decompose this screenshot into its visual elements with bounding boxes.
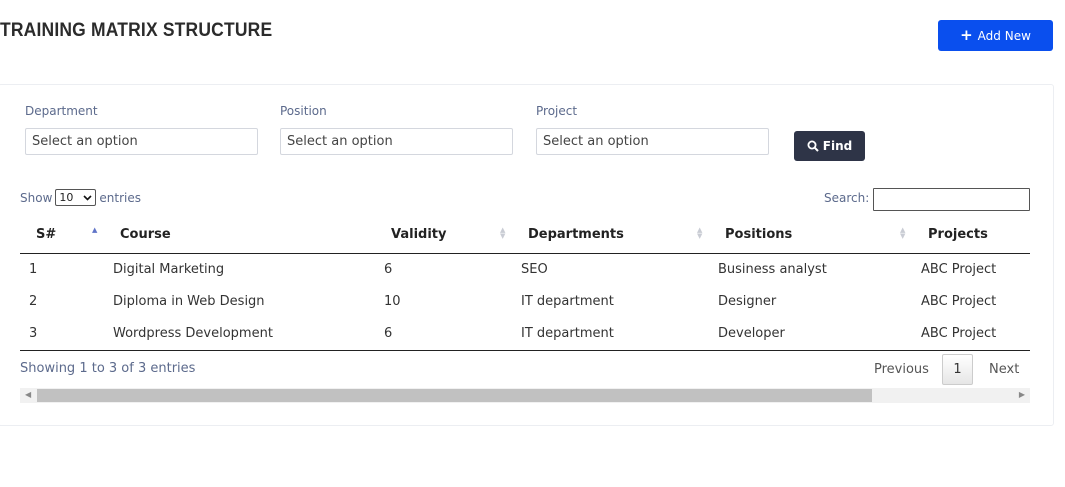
table-cell: 1	[29, 262, 38, 277]
horizontal-scrollbar[interactable]: ◀ ▶	[20, 388, 1030, 403]
page-title: TRAINING MATRIX STRUCTURE	[0, 20, 273, 41]
column-header-validity[interactable]: Validity	[391, 227, 447, 242]
column-header-positions[interactable]: Positions	[725, 227, 792, 242]
table-cell: ABC Project	[921, 326, 997, 341]
entries-length-control: Show 10 entries	[20, 189, 141, 206]
sort-icon: ▲ ▼	[500, 226, 506, 240]
search-icon	[807, 140, 819, 152]
department-label: Department	[25, 104, 98, 118]
column-header-course[interactable]: Course	[120, 227, 171, 242]
sort-icon: ▲ ▼	[900, 226, 906, 240]
project-label: Project	[536, 104, 578, 118]
previous-page-button[interactable]: Previous	[874, 362, 929, 377]
scroll-right-icon[interactable]: ▶	[1019, 390, 1025, 399]
table-cell: SEO	[521, 262, 548, 277]
add-new-label: Add New	[977, 28, 1031, 43]
table-cell: ABC Project	[921, 262, 997, 277]
plus-icon: +	[960, 26, 973, 44]
table-cell: Business analyst	[718, 262, 827, 277]
add-new-button[interactable]: + Add New	[938, 20, 1053, 51]
table-cell: Diploma in Web Design	[113, 294, 265, 309]
scrollbar-thumb[interactable]	[37, 389, 872, 402]
column-header-departments[interactable]: Departments	[528, 227, 624, 242]
entries-label: entries	[99, 190, 141, 205]
table-info: Showing 1 to 3 of 3 entries	[20, 361, 196, 376]
table-cell: 10	[384, 294, 401, 309]
find-button[interactable]: Find	[794, 131, 865, 161]
table-bottom-divider	[20, 350, 1030, 351]
position-label: Position	[280, 104, 327, 118]
table-cell: ABC Project	[921, 294, 997, 309]
table-cell: 6	[384, 262, 393, 277]
table-cell: Designer	[718, 294, 777, 309]
page-1-button[interactable]: 1	[942, 354, 973, 385]
table-cell: 3	[29, 326, 38, 341]
table-cell: Digital Marketing	[113, 262, 225, 277]
table-cell: IT department	[521, 294, 614, 309]
show-label: Show	[20, 190, 53, 205]
table-cell: IT department	[521, 326, 614, 341]
find-label: Find	[822, 139, 853, 153]
table-cell: Developer	[718, 326, 785, 341]
column-header-sno[interactable]: S#	[36, 227, 56, 242]
table-cell: 2	[29, 294, 38, 309]
scroll-left-icon[interactable]: ◀	[25, 390, 31, 399]
department-select[interactable]: Select an option	[25, 128, 258, 155]
position-select[interactable]: Select an option	[280, 128, 513, 155]
project-select[interactable]: Select an option	[536, 128, 769, 155]
table-cell: Wordpress Development	[113, 326, 273, 341]
search-input[interactable]	[873, 188, 1030, 211]
search-label: Search:	[824, 191, 870, 205]
table-cell: 6	[384, 326, 393, 341]
sort-icon: ▲ ▼	[697, 226, 703, 240]
next-page-button[interactable]: Next	[989, 362, 1019, 377]
sort-asc-icon: ▲	[92, 226, 98, 234]
chevron-down-icon	[83, 194, 92, 201]
entries-length-select[interactable]: 10	[55, 189, 97, 206]
column-header-projects[interactable]: Projects	[928, 227, 988, 242]
table-header-divider	[20, 253, 1030, 254]
entries-length-value: 10	[59, 191, 74, 204]
